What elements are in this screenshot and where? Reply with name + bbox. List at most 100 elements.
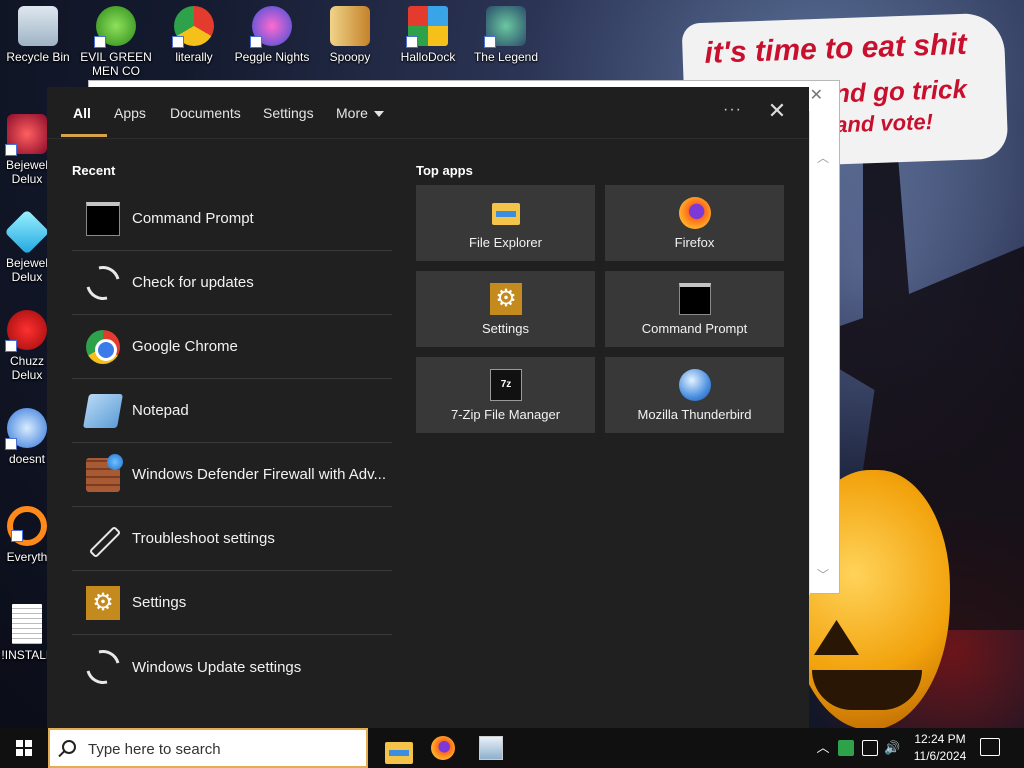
window-app-icon <box>479 736 503 760</box>
shortcut-arrow-icon <box>5 340 17 352</box>
tab-apps[interactable]: Apps <box>114 105 146 137</box>
taskbar-firefox[interactable] <box>419 728 467 768</box>
network-icon[interactable] <box>862 740 878 756</box>
scroll-down-icon[interactable]: ﹀ <box>817 566 829 583</box>
windows-search-panel: All Apps Documents Settings More ··· ✕ R… <box>47 87 809 729</box>
desktop-icon-hallodock[interactable]: HalloDock <box>390 0 466 64</box>
desktop-icon-everything[interactable]: Everyth <box>0 500 54 564</box>
recent-item-windows-update-settings[interactable]: Windows Update settings <box>72 635 392 699</box>
notification-center-icon[interactable] <box>980 738 1000 756</box>
top-apps-section-title: Top apps <box>416 163 473 178</box>
speech-line-3: and vote! <box>834 108 934 138</box>
bejeweled-diamond-icon <box>4 209 50 255</box>
top-app-settings[interactable]: ⚙ Settings <box>416 271 595 347</box>
background-window-close-icon[interactable]: ✕ <box>810 85 823 105</box>
desktop-icon-label: Spoopy <box>329 50 371 64</box>
pumpkin-mouth <box>812 670 922 710</box>
recent-item-firewall[interactable]: Windows Defender Firewall with Adv... <box>72 443 392 507</box>
recent-section-title: Recent <box>72 163 116 178</box>
top-app-7zip[interactable]: 7z 7-Zip File Manager <box>416 357 595 433</box>
desktop-icon-the-legend[interactable]: The Legend <box>468 0 544 64</box>
folder-icon <box>490 197 522 229</box>
peggle-icon <box>250 6 292 48</box>
top-apps-grid: File Explorer Firefox ⚙ Settings Command… <box>416 185 784 433</box>
shortcut-arrow-icon <box>11 530 23 542</box>
recent-item-label: Check for updates <box>132 274 254 291</box>
green-men-icon <box>94 6 136 48</box>
shortcut-arrow-icon <box>406 36 418 48</box>
search-tabs: All Apps Documents Settings More ··· ✕ <box>47 87 809 139</box>
recent-item-notepad[interactable]: Notepad <box>72 379 392 443</box>
scroll-up-icon[interactable]: ︿ <box>817 149 829 166</box>
text-file-icon <box>12 604 42 644</box>
taskbar-control-panel[interactable] <box>467 728 515 768</box>
recent-item-label: Settings <box>132 594 187 611</box>
sync-icon <box>79 643 127 691</box>
desktop-icon-install[interactable]: !INSTALL <box>0 598 54 662</box>
top-app-thunderbird[interactable]: Mozilla Thunderbird <box>605 357 784 433</box>
tray-chevron-up-icon[interactable]: ︿ <box>815 740 831 756</box>
close-icon[interactable]: ✕ <box>765 99 789 123</box>
recycle-bin-icon <box>18 6 58 46</box>
wrench-icon <box>86 522 120 556</box>
tab-settings[interactable]: Settings <box>263 105 314 137</box>
desktop-icon-label: Bejewel Delux <box>5 256 49 284</box>
firefox-icon <box>431 736 455 760</box>
recent-item-check-for-updates[interactable]: Check for updates <box>72 251 392 315</box>
start-button[interactable] <box>0 728 48 768</box>
top-app-file-explorer[interactable]: File Explorer <box>416 185 595 261</box>
speaker-icon[interactable]: 🔊 <box>884 740 900 756</box>
tab-all[interactable]: All <box>61 105 107 137</box>
top-app-command-prompt[interactable]: Command Prompt <box>605 271 784 347</box>
chuzzle-icon <box>5 310 47 352</box>
clock-date: 11/6/2024 <box>913 749 967 763</box>
desktop-icon-chuzzle[interactable]: Chuzz Delux <box>0 304 54 382</box>
taskbar-search-box[interactable] <box>48 728 368 768</box>
tray-app-icon[interactable] <box>838 740 854 756</box>
desktop-icon-bejeweled-1[interactable]: Bejewel Delux <box>0 108 54 186</box>
recent-item-settings[interactable]: ⚙ Settings <box>72 571 392 635</box>
desktop-icon-label: Chuzz Delux <box>9 354 44 382</box>
desktop-icon-bejeweled-2[interactable]: Bejewel Delux <box>0 206 54 284</box>
recent-item-command-prompt[interactable]: Command Prompt <box>72 187 392 251</box>
desktop-icon-label: literally <box>175 50 213 64</box>
speech-line-2: nd go trick <box>833 73 968 109</box>
top-app-label: Settings <box>482 321 529 336</box>
chevron-down-icon <box>373 111 384 118</box>
more-options-icon[interactable]: ··· <box>723 101 742 119</box>
desktop-icon-spoopy[interactable]: Spoopy <box>312 0 388 64</box>
taskbar-file-explorer[interactable] <box>371 728 419 768</box>
desktop-icon-doesnt[interactable]: doesnt <box>0 402 54 466</box>
tab-documents[interactable]: Documents <box>170 105 241 137</box>
shortcut-arrow-icon <box>5 438 17 450</box>
desktop-icon-peggle[interactable]: Peggle Nights <box>234 0 310 64</box>
7zip-icon: 7z <box>490 369 522 401</box>
top-app-label: 7-Zip File Manager <box>450 407 561 422</box>
top-app-label: Command Prompt <box>641 321 748 336</box>
desktop-icon-recycle-bin[interactable]: Recycle Bin <box>0 0 76 64</box>
windows-logo-icon <box>406 6 448 48</box>
spoopy-icon <box>330 6 370 46</box>
top-app-label: Firefox <box>674 235 715 250</box>
top-app-firefox[interactable]: Firefox <box>605 185 784 261</box>
desktop-icon-label: doesnt <box>8 452 46 466</box>
search-input[interactable] <box>88 738 358 760</box>
recent-item-label: Google Chrome <box>132 338 238 355</box>
shortcut-arrow-icon <box>172 36 184 48</box>
taskbar-clock[interactable]: 12:24 PM 11/6/2024 <box>910 731 970 765</box>
top-app-label: File Explorer <box>469 235 542 250</box>
recent-item-label: Troubleshoot settings <box>132 530 275 547</box>
tab-more[interactable]: More <box>336 105 384 137</box>
windows-logo-icon <box>16 740 32 756</box>
recent-item-label: Notepad <box>132 402 189 419</box>
gear-icon: ⚙ <box>86 585 120 620</box>
shortcut-arrow-icon <box>94 36 106 48</box>
background-window-scrollbar[interactable]: ︿ ﹀ <box>809 111 839 595</box>
shortcut-arrow-icon <box>250 36 262 48</box>
desktop-icon-green-men[interactable]: EVIL GREEN MEN CO <box>78 0 154 78</box>
recent-item-troubleshoot-settings[interactable]: Troubleshoot settings <box>72 507 392 571</box>
sync-icon <box>79 259 127 306</box>
desktop-icon-literally[interactable]: literally <box>156 0 232 64</box>
recent-item-google-chrome[interactable]: Google Chrome <box>72 315 392 379</box>
desktop-icon-label: Peggle Nights <box>234 50 310 64</box>
